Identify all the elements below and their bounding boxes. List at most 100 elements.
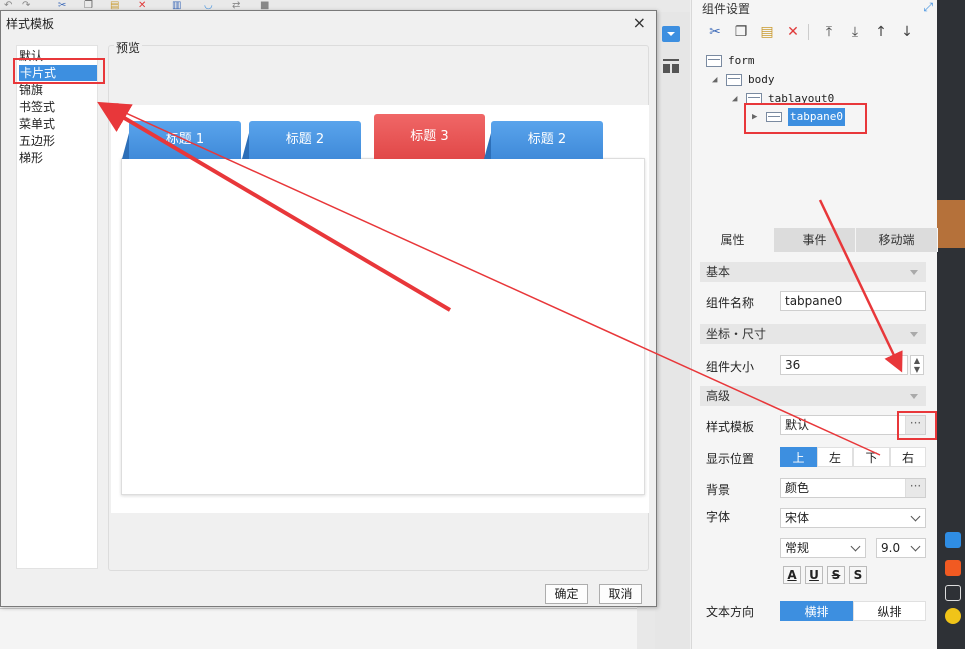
delete-icon[interactable]: ✕ xyxy=(138,0,152,11)
section-advanced[interactable]: 高级 xyxy=(700,386,926,406)
tab-properties[interactable]: 属性 xyxy=(692,228,774,252)
preview-tab-2: 标题 2 xyxy=(242,121,361,159)
chevron-down-icon[interactable]: ◢ xyxy=(732,90,742,108)
name-label: 组件名称 xyxy=(706,296,755,310)
layout-icon[interactable]: ▥ xyxy=(172,0,186,11)
copy-icon[interactable]: ❐ xyxy=(84,0,98,11)
tab-events[interactable]: 事件 xyxy=(774,228,856,252)
tree-item-body[interactable]: ◢ body xyxy=(712,71,775,89)
size-field[interactable]: 36 xyxy=(780,355,908,375)
text-direction-segmented: 横排 纵排 xyxy=(780,601,926,621)
property-tabs: 属性 事件 移动端 xyxy=(692,228,938,252)
move-down-icon[interactable]: ↓ xyxy=(896,22,918,42)
style-list: 默认 卡片式 锦旗 书签式 菜单式 五边形 梯形 xyxy=(16,45,98,569)
window-icon[interactable] xyxy=(945,585,961,601)
wallpaper-accent xyxy=(937,200,965,248)
app-icon-orange[interactable] xyxy=(945,560,961,576)
chevron-down-icon[interactable]: ◢ xyxy=(712,71,722,89)
section-basic[interactable]: 基本 xyxy=(700,262,926,282)
style-item-trapezoid[interactable]: 梯形 xyxy=(18,150,98,166)
shield-icon[interactable]: ◡ xyxy=(204,0,218,11)
style-template-dialog: 样式模板 × 默认 卡片式 锦旗 书签式 菜单式 五边形 梯形 预览 标题 1 … xyxy=(0,10,657,607)
app-icon-blue[interactable] xyxy=(945,532,961,548)
preview-label: 预览 xyxy=(114,39,143,56)
move-bottom-icon[interactable]: ⤓ xyxy=(844,22,866,42)
delete-icon[interactable]: ✕ xyxy=(782,22,804,42)
font-size-select[interactable]: 9.0 xyxy=(876,538,926,558)
cancel-button[interactable]: 取消 xyxy=(599,584,642,604)
component-tree: form ◢ body ◢ tablayout0 ▶ tabpane0 xyxy=(692,50,938,230)
paste-icon[interactable]: ▤ xyxy=(110,0,124,11)
text-direction-label: 文本方向 xyxy=(706,605,755,619)
move-top-icon[interactable]: ⤒ xyxy=(818,22,840,42)
size-label: 组件大小 xyxy=(706,360,755,374)
style-item-label: 书签式 xyxy=(19,100,56,114)
style-item-menu[interactable]: 菜单式 xyxy=(18,116,98,132)
tab-mobile[interactable]: 移动端 xyxy=(856,228,938,252)
section-coords[interactable]: 坐标・尺寸 xyxy=(700,324,926,344)
move-up-icon[interactable]: ↑ xyxy=(870,22,892,42)
font-family-select[interactable]: 宋体 xyxy=(780,508,926,528)
editor-bottom-area xyxy=(0,608,655,649)
position-top-option[interactable]: 上 xyxy=(780,447,817,467)
side-toolstrip xyxy=(655,12,690,649)
strikethrough-button[interactable]: S xyxy=(827,566,845,584)
underline-button[interactable]: U xyxy=(805,566,823,584)
preview-tab-content xyxy=(121,158,645,495)
scrollbar-corner xyxy=(637,606,655,649)
tab-fold xyxy=(242,133,249,159)
font-label: 字体 xyxy=(706,510,731,524)
os-side-strip xyxy=(937,0,965,649)
preview-tab-1: 标题 1 xyxy=(122,121,241,159)
direction-horizontal-option[interactable]: 横排 xyxy=(780,601,853,621)
tab-fold xyxy=(484,133,491,159)
form-icon xyxy=(706,55,722,67)
tree-item-label: form xyxy=(728,54,755,67)
component-settings-panel: 组件设置 ⤢ ✂ ❐ ▤ ✕ ⤒ ⤓ ↑ ↓ form ◢ body ◢ tab… xyxy=(691,0,938,649)
font-style-select[interactable]: 常规 xyxy=(780,538,866,558)
background-more-button[interactable]: ··· xyxy=(905,479,925,497)
style-item-pentagon[interactable]: 五边形 xyxy=(18,133,98,149)
font-color-button[interactable]: A xyxy=(783,566,801,584)
style-item-bookmark[interactable]: 书签式 xyxy=(18,99,98,115)
stop-icon[interactable]: ■ xyxy=(260,0,274,11)
paste-icon[interactable]: ▤ xyxy=(756,22,778,42)
annotation-box-more-button xyxy=(897,411,937,440)
cut-icon[interactable]: ✂ xyxy=(58,0,72,11)
add-icon[interactable] xyxy=(945,608,961,624)
layout-grid-icon[interactable] xyxy=(662,58,680,74)
name-field[interactable]: tabpane0 xyxy=(780,291,926,311)
dialog-title: 样式模板 xyxy=(6,17,55,31)
ok-button[interactable]: 确定 xyxy=(545,584,588,604)
position-right-option[interactable]: 右 xyxy=(890,447,926,467)
style-item-pennant[interactable]: 锦旗 xyxy=(18,82,98,98)
position-left-option[interactable]: 左 xyxy=(817,447,853,467)
size-stepper[interactable]: ▲ ▼ xyxy=(910,355,924,375)
style-template-label: 样式模板 xyxy=(706,420,755,434)
annotation-box-card-style xyxy=(13,58,105,84)
preview-tab-label: 标题 3 xyxy=(410,129,449,144)
undo-icon[interactable]: ↶ xyxy=(4,0,18,11)
preview-tab-label: 标题 2 xyxy=(527,132,567,147)
panel-title: 组件设置 xyxy=(702,2,751,16)
preview-tab-3-active: 标题 3 xyxy=(374,114,485,159)
expand-icon[interactable]: ⤢ xyxy=(923,0,933,15)
style-item-label: 梯形 xyxy=(19,151,44,165)
preview-tab-label: 标题 1 xyxy=(165,132,205,147)
position-segmented: 上 左 下 右 xyxy=(780,447,926,467)
toolbar-divider xyxy=(808,24,814,40)
direction-vertical-option[interactable]: 纵排 xyxy=(853,601,926,621)
cut-icon[interactable]: ✂ xyxy=(704,22,726,42)
position-bottom-option[interactable]: 下 xyxy=(853,447,890,467)
panel-toolbar: ✂ ❐ ▤ ✕ ⤒ ⤓ ↑ ↓ xyxy=(704,22,918,42)
copy-icon[interactable]: ❐ xyxy=(730,22,752,42)
shadow-button[interactable]: S xyxy=(849,566,867,584)
dropdown-toggle-button[interactable] xyxy=(662,26,680,42)
annotation-box-tabpane xyxy=(744,103,867,134)
redo-icon[interactable]: ↷ xyxy=(22,0,36,11)
close-icon[interactable]: × xyxy=(633,13,646,32)
tree-item-label: body xyxy=(748,73,775,86)
tree-item-form[interactable]: form xyxy=(706,52,755,70)
style-item-label: 五边形 xyxy=(19,134,56,148)
refresh-icon[interactable]: ⇄ xyxy=(232,0,246,11)
